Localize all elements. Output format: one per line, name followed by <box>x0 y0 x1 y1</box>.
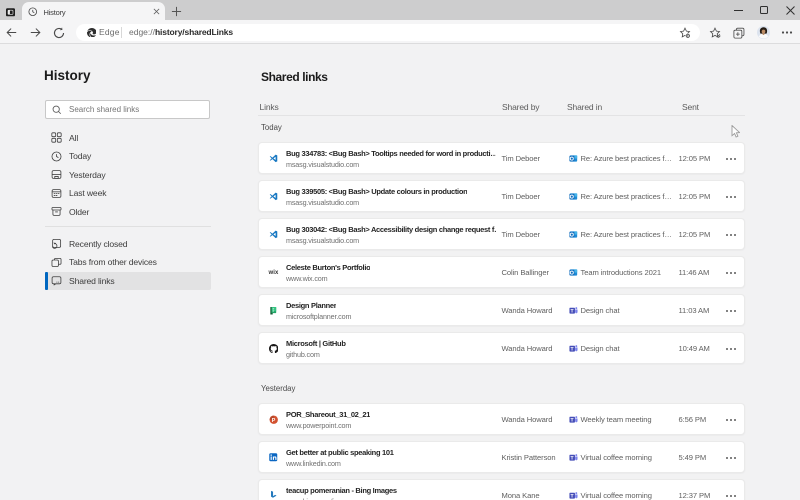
svg-text:P: P <box>271 418 275 424</box>
